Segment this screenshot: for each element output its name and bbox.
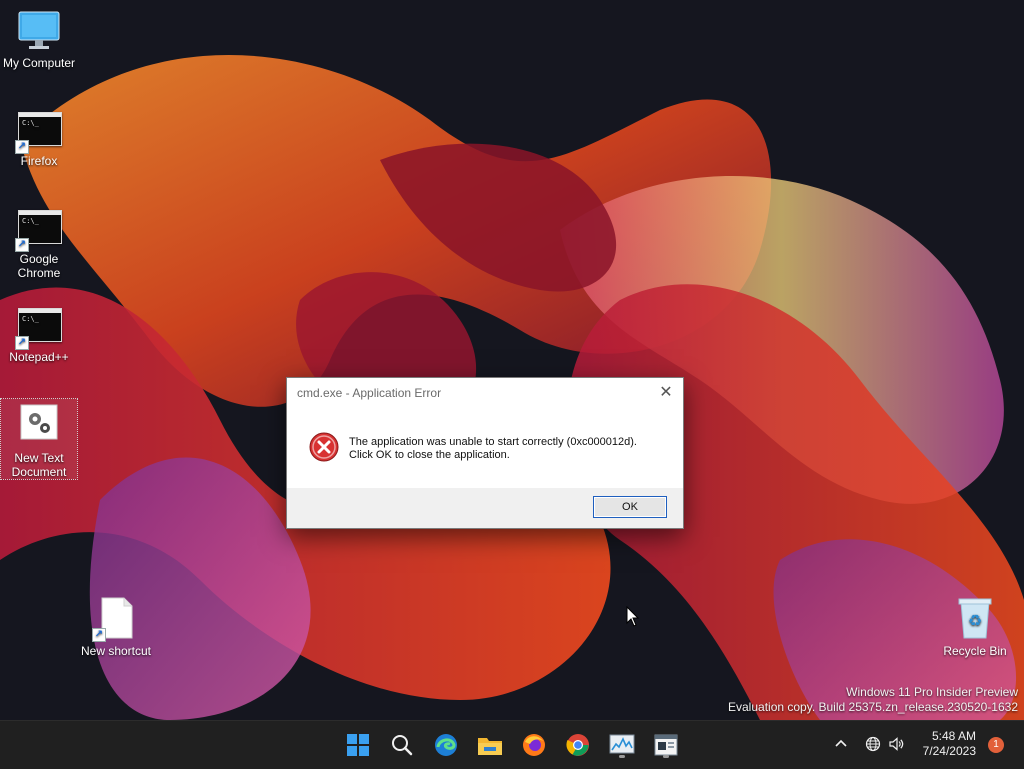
dialog-titlebar[interactable]: cmd.exe - Application Error ✕ [287, 378, 683, 408]
running-indicator [619, 755, 625, 758]
task-manager-icon [609, 734, 635, 754]
recycle-bin-icon: ♻ [953, 596, 997, 640]
edge-taskbar-button[interactable] [430, 729, 462, 761]
settings-file-icon [17, 403, 61, 447]
error-icon [309, 432, 339, 462]
mouse-cursor-icon [626, 605, 640, 633]
desktop-icon-label: Recycle Bin [943, 644, 1007, 658]
chrome-taskbar-button[interactable] [562, 729, 594, 761]
edge-icon [435, 734, 457, 756]
desktop-icon-label: Firefox [20, 154, 58, 168]
notepad-taskbar-button[interactable] [650, 729, 682, 761]
notification-badge[interactable]: 1 [988, 737, 1004, 753]
blank-file-shortcut-icon: ↗ [92, 596, 138, 642]
dialog-close-button[interactable]: ✕ [655, 382, 677, 404]
system-clock[interactable]: 5:48 AM 7/24/2023 [923, 729, 976, 759]
desktop-icon-label: Google Chrome [17, 252, 61, 280]
chrome-icon [566, 734, 589, 756]
network-globe-icon[interactable] [862, 733, 884, 755]
desktop-icon-my-computer[interactable]: My Computer [1, 8, 77, 70]
desktop-icon-label: New shortcut [80, 644, 152, 658]
desktop-icon-label: Notepad++ [9, 350, 69, 364]
dialog-footer: OK [287, 488, 683, 528]
search-button[interactable] [386, 729, 418, 761]
watermark-line-1: Windows 11 Pro Insider Preview [846, 685, 1018, 699]
desktop-icon-label: New Text Document [11, 451, 67, 479]
console-shortcut-icon: C:\_ ↗ [15, 302, 62, 350]
volume-speaker-icon[interactable] [885, 733, 907, 755]
watermark-line-2: Evaluation copy. Build 25375.zn_release.… [728, 700, 1018, 714]
error-message-line-1: The application was unable to start corr… [349, 436, 637, 448]
monitor-icon [17, 8, 61, 52]
task-manager-taskbar-button[interactable] [606, 729, 638, 761]
ok-button[interactable]: OK [593, 496, 667, 518]
shortcut-arrow-icon: ↗ [15, 238, 29, 252]
clock-date: 7/24/2023 [922, 744, 976, 758]
file-explorer-taskbar-button[interactable] [474, 729, 506, 761]
shortcut-arrow-icon: ↗ [15, 140, 29, 154]
firefox-taskbar-button[interactable] [518, 729, 550, 761]
desktop-icon-recycle-bin[interactable]: ♻ Recycle Bin [937, 596, 1013, 658]
desktop-icon-new-shortcut[interactable]: ↗ New shortcut [78, 596, 154, 658]
notepad-icon [654, 734, 678, 756]
error-message: The application was unable to start corr… [349, 436, 637, 462]
start-button[interactable] [342, 729, 374, 761]
dialog-title: cmd.exe - Application Error [297, 386, 442, 400]
taskbar: 5:48 AM 7/24/2023 1 [0, 720, 1024, 769]
desktop-icon-label: My Computer [2, 56, 76, 70]
windows-start-icon [347, 734, 369, 756]
desktop-icon-notepad-plus-plus[interactable]: C:\_ ↗ Notepad++ [1, 302, 77, 364]
error-message-line-2: Click OK to close the application. [349, 449, 510, 461]
desktop-icon-google-chrome[interactable]: C:\_ ↗ Google Chrome [1, 204, 77, 280]
show-hidden-icons-chevron-icon[interactable] [830, 733, 852, 755]
folder-icon [478, 738, 502, 755]
shortcut-arrow-icon: ↗ [92, 628, 106, 642]
dialog-body: The application was unable to start corr… [287, 408, 683, 488]
shortcut-arrow-icon: ↗ [15, 336, 29, 350]
desktop-icon-firefox[interactable]: C:\_ ↗ Firefox [1, 106, 77, 168]
application-error-dialog: cmd.exe - Application Error ✕ The applic… [286, 377, 684, 529]
console-shortcut-icon: C:\_ ↗ [15, 204, 62, 252]
running-indicator [663, 755, 669, 758]
firefox-icon [523, 734, 545, 756]
windows-evaluation-watermark: Windows 11 Pro Insider Preview Evaluatio… [728, 685, 1018, 715]
svg-text:♻: ♻ [968, 611, 982, 630]
search-icon [392, 735, 413, 756]
desktop-icon-new-text-document[interactable]: New Text Document [0, 398, 78, 480]
clock-time: 5:48 AM [931, 729, 976, 743]
console-shortcut-icon: C:\_ ↗ [15, 106, 62, 154]
